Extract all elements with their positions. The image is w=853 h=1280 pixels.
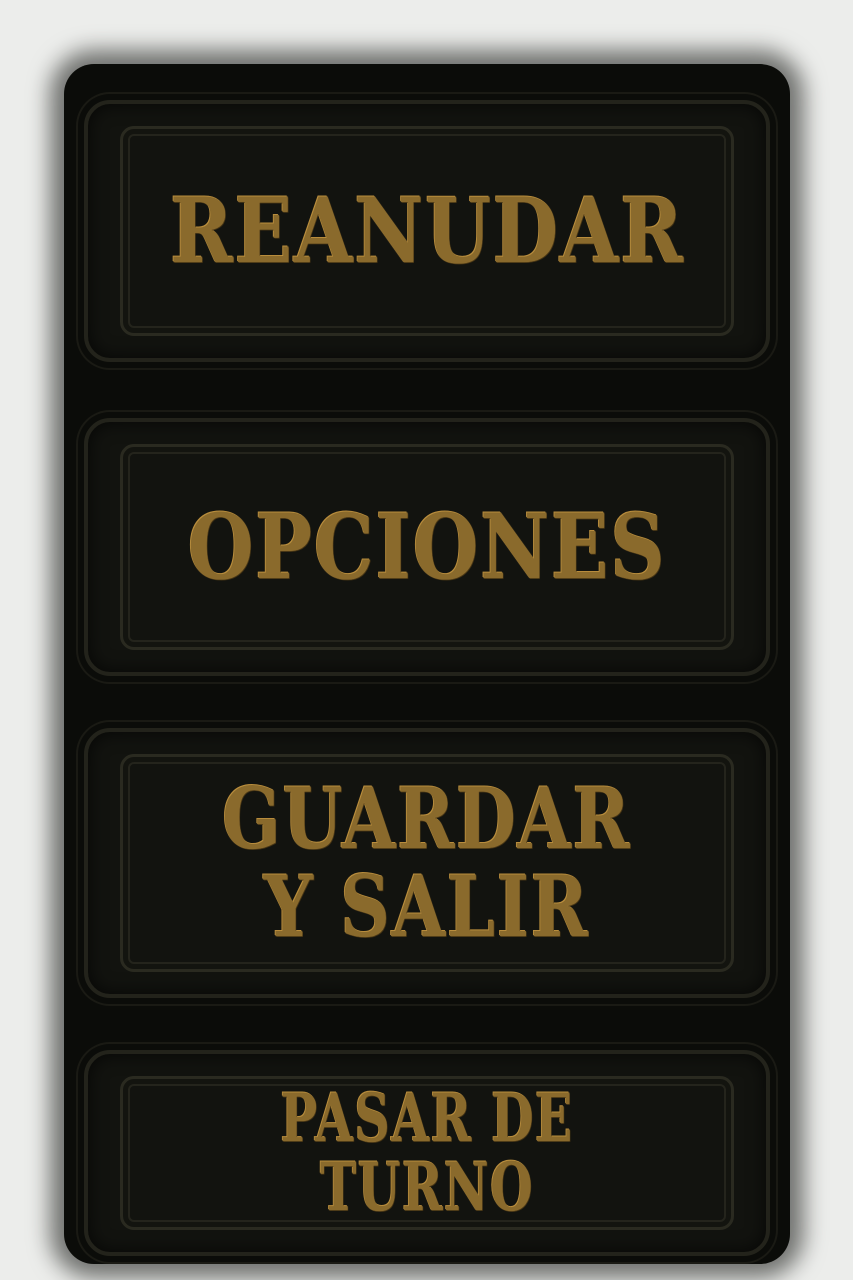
resume-button[interactable]: REANUDAR xyxy=(84,100,770,362)
save-and-exit-button-frame: GUARDAR Y SALIR xyxy=(120,754,734,972)
options-button-label: OPCIONES xyxy=(187,493,667,600)
end-turn-button-label: PASAR DE TURNO xyxy=(280,1078,574,1226)
options-button-frame: OPCIONES xyxy=(120,444,734,650)
end-turn-button[interactable]: PASAR DE TURNO xyxy=(84,1050,770,1256)
save-and-exit-button[interactable]: GUARDAR Y SALIR xyxy=(84,728,770,998)
end-turn-button-frame: PASAR DE TURNO xyxy=(120,1076,734,1230)
resume-button-label: REANUDAR xyxy=(169,177,685,284)
save-and-exit-button-label: GUARDAR Y SALIR xyxy=(222,768,632,956)
options-button[interactable]: OPCIONES xyxy=(84,418,770,676)
resume-button-frame: REANUDAR xyxy=(120,126,734,336)
